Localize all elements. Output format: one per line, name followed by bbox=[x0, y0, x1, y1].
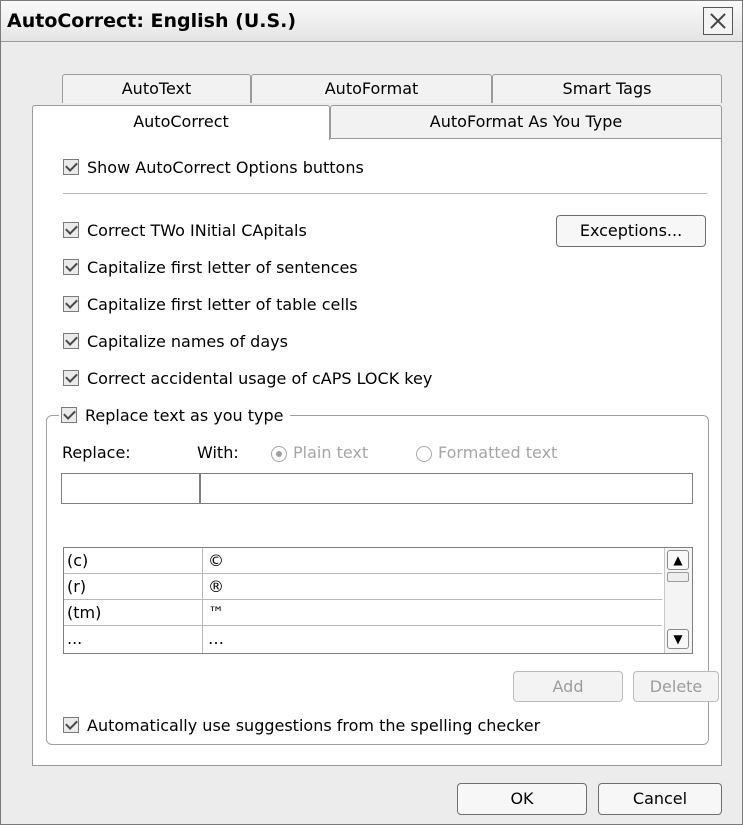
plain-text-radio[interactable]: Plain text bbox=[271, 443, 368, 462]
capitalize-days-checkbox[interactable]: Capitalize names of days bbox=[63, 329, 288, 353]
button-label: Delete bbox=[649, 677, 703, 696]
replace-input[interactable] bbox=[61, 473, 200, 504]
tab-autoformat[interactable]: AutoFormat bbox=[251, 74, 492, 103]
with-cell: … bbox=[208, 629, 224, 648]
replace-cell: ... bbox=[67, 629, 83, 648]
replace-label: Replace: bbox=[62, 443, 131, 462]
checkbox-checked-icon[interactable] bbox=[63, 333, 79, 349]
radio-unselected-icon[interactable] bbox=[416, 445, 432, 462]
scroll-down-icon[interactable]: ▼ bbox=[667, 629, 689, 649]
autocorrect-dialog: AutoCorrect: English (U.S.) AutoText Aut… bbox=[0, 0, 743, 825]
tab-autocorrect[interactable]: AutoCorrect bbox=[32, 105, 330, 140]
with-cell: © bbox=[208, 551, 224, 570]
checkbox-checked-icon[interactable] bbox=[63, 296, 79, 312]
scroll-up-icon[interactable]: ▲ bbox=[667, 550, 689, 570]
use-spelling-suggestions-checkbox[interactable]: Automatically use suggestions from the s… bbox=[63, 713, 540, 737]
replace-cell: (c) bbox=[67, 551, 89, 570]
formatted-text-radio[interactable]: Formatted text bbox=[416, 443, 557, 462]
caps-lock-checkbox[interactable]: Correct accidental usage of cAPS LOCK ke… bbox=[63, 366, 432, 390]
capitalize-sentences-checkbox[interactable]: Capitalize first letter of sentences bbox=[63, 255, 358, 279]
delete-button[interactable]: Delete bbox=[633, 671, 719, 702]
checkbox-checked-icon[interactable] bbox=[61, 407, 77, 423]
tab-label: AutoFormat bbox=[324, 79, 419, 98]
cancel-button[interactable]: Cancel bbox=[598, 783, 722, 815]
replace-text-checkbox[interactable]: Replace text as you type bbox=[59, 403, 290, 427]
button-label: OK bbox=[510, 789, 534, 808]
tab-label: AutoCorrect bbox=[133, 112, 229, 131]
autocorrect-entries-list[interactable]: (c) © (r) ® (tm) ™ ... … ▲ ▼ bbox=[63, 547, 693, 654]
checkbox-label: Capitalize names of days bbox=[87, 331, 288, 351]
ok-button[interactable]: OK bbox=[457, 783, 587, 815]
with-cell: ™ bbox=[208, 603, 224, 622]
checkbox-label: Automatically use suggestions from the s… bbox=[87, 715, 541, 735]
checkbox-label: Correct TWo INitial CApitals bbox=[87, 220, 307, 240]
tab-label: AutoText bbox=[121, 79, 192, 98]
tab-autotext[interactable]: AutoText bbox=[62, 74, 251, 103]
with-cell: ® bbox=[208, 577, 224, 596]
checkbox-label: Capitalize first letter of table cells bbox=[87, 294, 358, 314]
vertical-scrollbar[interactable]: ▲ ▼ bbox=[664, 548, 692, 653]
title-bar[interactable]: AutoCorrect: English (U.S.) bbox=[1, 1, 742, 42]
radio-selected-icon[interactable] bbox=[271, 445, 287, 462]
exceptions-button[interactable]: Exceptions... bbox=[556, 215, 706, 247]
window-title: AutoCorrect: English (U.S.) bbox=[7, 10, 297, 32]
with-input[interactable] bbox=[200, 473, 693, 504]
checkbox-label: Correct accidental usage of cAPS LOCK ke… bbox=[87, 368, 433, 388]
table-row[interactable]: (r) ® bbox=[64, 574, 662, 600]
button-label: Cancel bbox=[632, 789, 688, 808]
checkbox-checked-icon[interactable] bbox=[63, 370, 79, 386]
replace-cell: (r) bbox=[67, 577, 87, 596]
tab-smart-tags[interactable]: Smart Tags bbox=[492, 74, 722, 103]
with-label: With: bbox=[197, 443, 239, 462]
radio-label: Formatted text bbox=[438, 443, 558, 462]
scroll-thumb[interactable] bbox=[667, 572, 689, 582]
capitalize-table-cells-checkbox[interactable]: Capitalize first letter of table cells bbox=[63, 292, 358, 316]
tab-label: AutoFormat As You Type bbox=[429, 112, 623, 131]
checkbox-checked-icon[interactable] bbox=[63, 717, 79, 733]
checkbox-label: Capitalize first letter of sentences bbox=[87, 257, 358, 277]
button-label: Add bbox=[552, 677, 584, 696]
table-row[interactable]: ... … bbox=[64, 626, 662, 652]
show-options-buttons-checkbox[interactable]: Show AutoCorrect Options buttons bbox=[63, 155, 364, 179]
button-label: Exceptions... bbox=[579, 221, 683, 240]
checkbox-checked-icon[interactable] bbox=[63, 159, 79, 175]
separator bbox=[63, 193, 707, 194]
radio-label: Plain text bbox=[293, 443, 369, 462]
close-icon[interactable] bbox=[703, 7, 733, 35]
checkbox-checked-icon[interactable] bbox=[63, 222, 79, 238]
table-row[interactable]: (c) © bbox=[64, 548, 662, 574]
checkbox-label: Replace text as you type bbox=[85, 405, 284, 425]
tab-label: Smart Tags bbox=[562, 79, 652, 98]
checkbox-checked-icon[interactable] bbox=[63, 259, 79, 275]
checkbox-label: Show AutoCorrect Options buttons bbox=[87, 157, 364, 177]
tab-autoformat-as-you-type[interactable]: AutoFormat As You Type bbox=[330, 105, 722, 138]
table-row[interactable]: (tm) ™ bbox=[64, 600, 662, 626]
correct-two-initial-checkbox[interactable]: Correct TWo INitial CApitals bbox=[63, 218, 307, 242]
add-button[interactable]: Add bbox=[513, 671, 623, 702]
replace-cell: (tm) bbox=[67, 603, 102, 622]
